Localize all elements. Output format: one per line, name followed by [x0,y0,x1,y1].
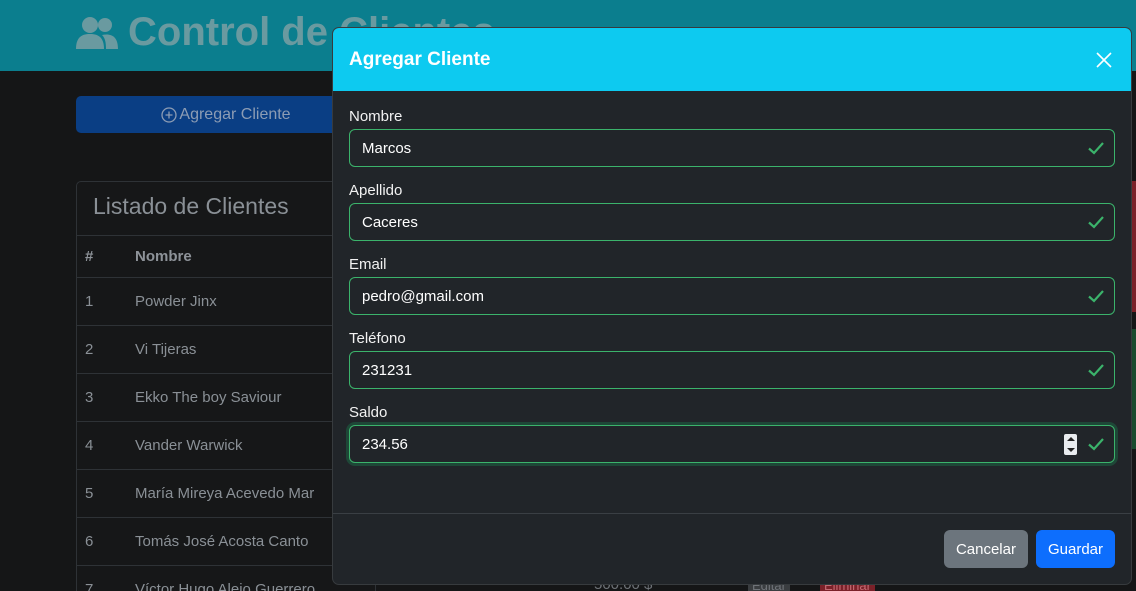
field-email: Email [349,255,1115,315]
row-number: 4 [77,421,135,470]
field-telefono: Teléfono [349,329,1115,389]
email-label: Email [349,256,387,273]
add-client-modal: Agregar Cliente Nombre Apellido Email [332,27,1132,585]
row-number: 6 [77,517,135,566]
apellido-input[interactable] [350,204,1114,240]
check-icon [1088,364,1104,377]
field-apellido: Apellido [349,181,1115,241]
table-row: 5 María Mireya Acevedo Mar [77,469,375,518]
apellido-input-wrap [349,203,1115,241]
row-number: 1 [77,277,135,326]
table-row: 3 Ekko The boy Saviour [77,373,375,422]
modal-title: Agregar Cliente [349,48,491,70]
check-icon [1088,142,1104,155]
saldo-input-wrap [349,425,1115,463]
check-icon [1088,216,1104,229]
save-button[interactable]: Guardar [1035,530,1115,568]
email-input-wrap [349,277,1115,315]
nombre-input-wrap [349,129,1115,167]
modal-body: Nombre Apellido Email Teléfono [333,91,1131,514]
row-number: 3 [77,373,135,422]
modal-footer: Cancelar Guardar [333,514,1131,584]
table-row: 1 Powder Jinx [77,277,375,326]
apellido-label: Apellido [349,182,403,199]
close-button[interactable] [1093,49,1115,71]
saldo-label: Saldo [349,404,388,421]
client-table: # Nombre 1 Powder Jinx 2 Vi Tijeras 3 Ekko … [77,236,375,591]
users-icon [76,16,118,49]
spinner-up-icon[interactable] [1066,437,1075,442]
saldo-input[interactable] [350,426,1114,462]
field-saldo: Saldo [349,403,1115,463]
row-number: 2 [77,325,135,374]
telefono-input[interactable] [350,352,1114,388]
spinner-down-icon[interactable] [1066,447,1075,452]
add-client-button[interactable]: Agregar Cliente [76,96,376,133]
telefono-label: Teléfono [349,330,406,347]
table-row: 6 Tomás José Acosta Canto [77,517,375,566]
column-header-number: # [77,236,135,278]
row-number: 5 [77,469,135,518]
add-client-label: Agregar Cliente [179,105,291,123]
number-spinner[interactable] [1064,434,1077,455]
email-input[interactable] [350,278,1114,314]
close-icon [1096,51,1112,68]
client-list-card: Listado de Clientes # Nombre 1 Powder Jin… [76,181,376,591]
cancel-button[interactable]: Cancelar [943,530,1028,568]
row-number: 7 [77,565,135,591]
nombre-label: Nombre [349,108,403,125]
field-nombre: Nombre [349,107,1115,167]
nombre-input[interactable] [350,130,1114,166]
check-icon [1088,290,1104,303]
card-title: Listado de Clientes [77,182,375,236]
table-row: 4 Vander Warwick [77,421,375,470]
telefono-input-wrap [349,351,1115,389]
table-row: 2 Vi Tijeras [77,325,375,374]
modal-header: Agregar Cliente [333,28,1131,91]
check-icon [1088,438,1104,451]
plus-circle-icon [161,106,178,123]
table-row: 7 Víctor Hugo Alejo Guerrero [77,565,375,591]
